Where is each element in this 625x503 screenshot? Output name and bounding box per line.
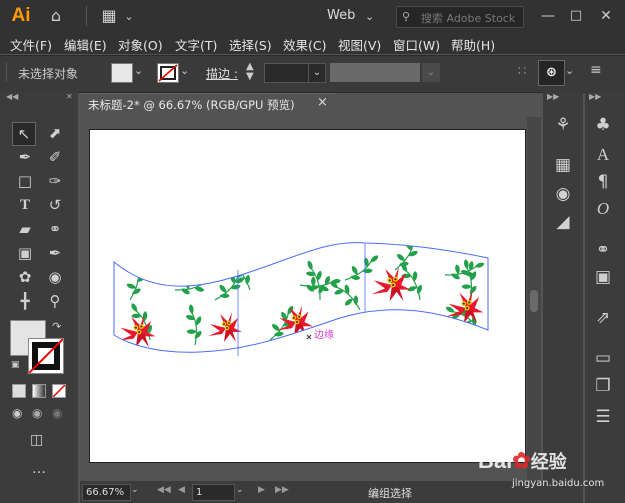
layers-icon[interactable]: ☰ [590, 405, 616, 429]
first-artboard-icon[interactable]: ◀◀ [157, 485, 171, 495]
baidu-logo-text: Bai✿经验 [478, 448, 567, 474]
export-icon[interactable]: ⇗ [590, 306, 616, 330]
current-tool-status: 编组选择 [368, 487, 412, 500]
gradient-panel-icon[interactable]: ◢ [550, 210, 576, 234]
symbols-icon[interactable]: ♣ [590, 113, 616, 137]
zoom-value: 66.67% [86, 487, 125, 498]
baidu-brand: Bai [478, 448, 513, 473]
status-bar [80, 481, 543, 503]
character-icon[interactable]: A [590, 143, 616, 167]
artboards-icon[interactable]: ▣ [590, 265, 616, 289]
artboard-number: 1 [196, 487, 203, 498]
image-trace-icon[interactable]: ⚘ [550, 113, 576, 137]
last-artboard-icon[interactable]: ▶▶ [275, 485, 289, 495]
swatches-icon[interactable]: ▦ [550, 153, 576, 177]
libraries-icon[interactable]: ▭ [590, 346, 616, 370]
chevron-down-icon[interactable]: ⌄ [236, 485, 244, 495]
paragraph-icon[interactable]: ¶ [590, 170, 616, 194]
smart-guide-label: 边缘 [314, 330, 334, 341]
links-icon[interactable]: ⚭ [590, 238, 616, 262]
scroll-thumb[interactable] [530, 290, 538, 312]
color-palette-icon[interactable]: ◉ [550, 182, 576, 206]
chevron-down-icon[interactable]: ⌄ [131, 485, 139, 495]
previous-artboard-icon[interactable]: ◀ [178, 485, 185, 495]
next-artboard-icon[interactable]: ▶ [258, 485, 265, 495]
watermark-url: jingyan.baidu.com [512, 478, 605, 489]
expand-panels-icon[interactable]: ▶▶ [589, 92, 601, 101]
asset-export-icon[interactable]: ❐ [590, 374, 616, 398]
paw-icon: ✿ [512, 448, 531, 473]
artboard-number-field[interactable]: 1 [192, 484, 235, 501]
expand-panels-icon[interactable]: ▶▶ [547, 92, 559, 101]
baidu-brand-2: 经验 [530, 452, 567, 472]
opentype-icon[interactable]: O [590, 197, 616, 221]
zoom-level-field[interactable]: 66.67% [82, 484, 131, 501]
